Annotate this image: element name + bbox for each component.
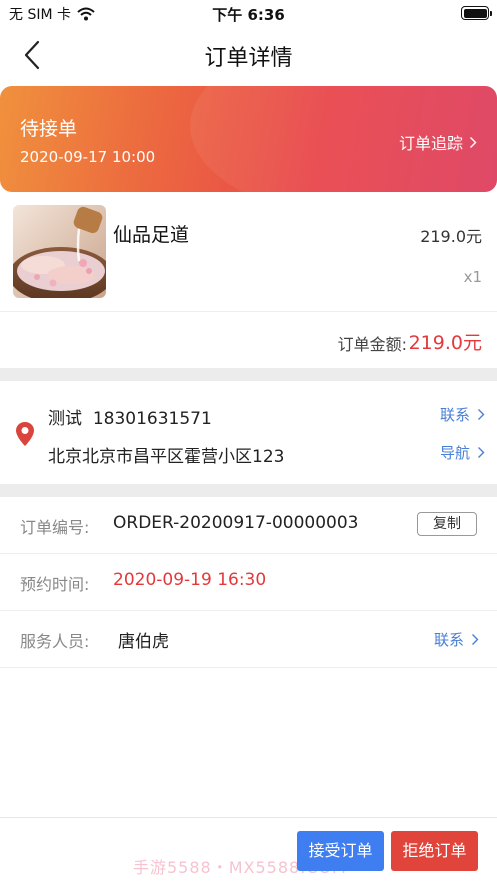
- chevron-right-icon: [478, 447, 485, 458]
- chevron-right-icon: [472, 634, 479, 645]
- chevron-right-icon: [478, 409, 485, 420]
- order-total-label: 订单金额:: [337, 335, 407, 354]
- product-name: 仙品足道: [113, 224, 190, 246]
- status-time: 下午 6:36: [212, 6, 285, 24]
- contact-staff-link[interactable]: 联系: [434, 629, 479, 650]
- page-title: 订单详情: [204, 46, 293, 71]
- contact-customer-label: 联系: [439, 406, 470, 424]
- location-pin-icon: [16, 422, 34, 446]
- appointment-row: 预约时间: 2020-09-19 16:30: [0, 554, 497, 611]
- contact-info: 测试 18301631571: [48, 404, 212, 429]
- order-tracking-label: 订单追踪: [398, 134, 463, 153]
- product-quantity: x1: [463, 268, 482, 286]
- contact-staff-label: 联系: [433, 631, 464, 649]
- reject-order-button[interactable]: 拒绝订单: [391, 831, 478, 871]
- product-price: 219.0元: [420, 227, 482, 246]
- appointment-label: 预约时间:: [20, 575, 90, 594]
- order-status-banner: 待接单 2020-09-17 10:00 订单追踪: [0, 86, 497, 192]
- contact-name: 测试: [48, 409, 82, 429]
- order-total-row: 订单金额: 219.0元: [0, 312, 497, 368]
- order-number-row: 订单编号: ORDER-20200917-00000003 复制: [0, 497, 497, 554]
- product-image: [13, 205, 106, 298]
- appointment-value: 2020-09-19 16:30: [113, 570, 267, 590]
- action-bar: 手游5588・MX5588.COM 接受订单 拒绝订单: [0, 817, 497, 883]
- product-item[interactable]: 仙品足道 219.0元 x1: [0, 192, 497, 312]
- accept-order-button[interactable]: 接受订单: [297, 831, 384, 871]
- nav-bar: 订单详情: [0, 26, 497, 84]
- battery-icon: [461, 6, 492, 20]
- order-total-value: 219.0元: [408, 332, 482, 354]
- order-number-value: ORDER-20200917-00000003: [113, 513, 359, 533]
- full-address: 北京北京市昌平区霍营小区123: [48, 447, 285, 467]
- copy-button[interactable]: 复制: [417, 512, 477, 536]
- status-bar: 无 SIM 卡 下午 6:36: [0, 0, 497, 26]
- section-divider: [0, 368, 497, 381]
- order-number-label: 订单编号:: [20, 518, 90, 537]
- order-datetime: 2020-09-17 10:00: [20, 148, 156, 166]
- navigate-link[interactable]: 导航: [440, 442, 485, 463]
- navigate-label: 导航: [439, 444, 470, 462]
- chevron-right-icon: [470, 136, 477, 148]
- contact-phone: 18301631571: [92, 409, 212, 429]
- staff-row: 服务人员: 唐伯虎 联系: [0, 611, 497, 668]
- order-status: 待接单: [20, 118, 78, 140]
- section-divider: [0, 484, 497, 497]
- address-section: 测试 18301631571 北京北京市昌平区霍营小区123 联系 导航: [0, 381, 497, 484]
- staff-label: 服务人员:: [20, 632, 90, 651]
- order-tracking-link[interactable]: 订单追踪: [399, 130, 477, 154]
- staff-value: 唐伯虎: [118, 632, 169, 652]
- contact-customer-link[interactable]: 联系: [440, 404, 485, 425]
